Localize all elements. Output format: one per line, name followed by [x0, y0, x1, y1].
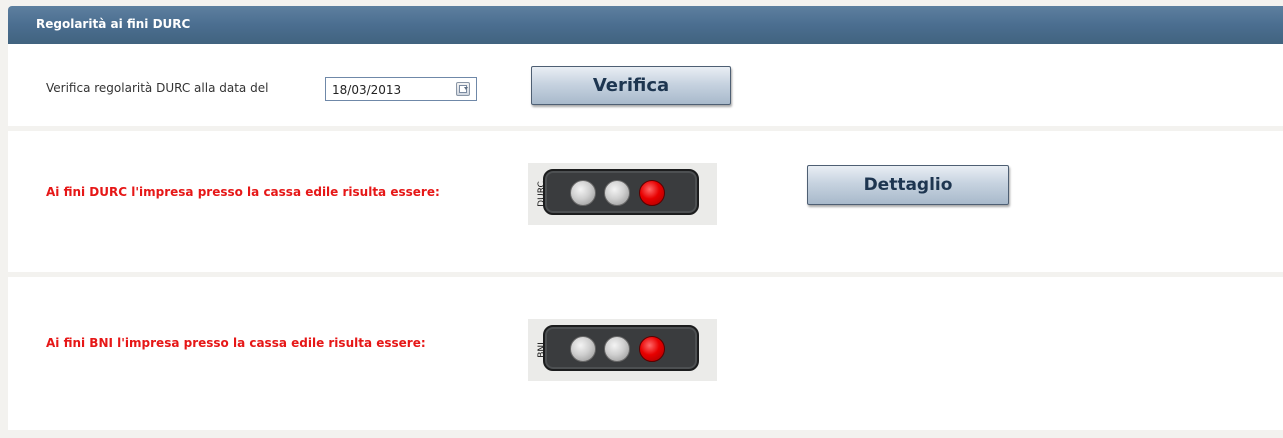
light-3-red-icon	[639, 180, 665, 206]
section-header: Regolarità ai fini DURC	[8, 6, 1283, 44]
light-3-red-icon	[639, 336, 665, 362]
calendar-icon[interactable]	[456, 82, 470, 96]
date-input-value: 18/03/2013	[332, 83, 402, 97]
durc-status-row: Ai fini DURC l'impresa presso la cassa e…	[8, 131, 1283, 272]
light-2-off-icon	[604, 336, 630, 362]
verify-button[interactable]: Verifica	[531, 66, 731, 105]
section-title: Regolarità ai fini DURC	[36, 17, 191, 31]
durc-status-label: Ai fini DURC l'impresa presso la cassa e…	[46, 185, 440, 199]
bni-traffic-light: BNI	[528, 319, 717, 381]
detail-button[interactable]: Dettaglio	[807, 165, 1009, 205]
traffic-light-body	[543, 325, 699, 371]
durc-traffic-light: DURC	[528, 163, 717, 225]
light-1-off-icon	[570, 336, 596, 362]
verify-row: Verifica regolarità DURC alla data del 1…	[8, 44, 1283, 126]
light-1-off-icon	[570, 180, 596, 206]
bni-status-label: Ai fini BNI l'impresa presso la cassa ed…	[46, 336, 426, 350]
traffic-light-body	[543, 169, 699, 215]
bni-status-row: Ai fini BNI l'impresa presso la cassa ed…	[8, 277, 1283, 430]
verify-date-label: Verifica regolarità DURC alla data del	[46, 81, 269, 95]
date-input[interactable]: 18/03/2013	[325, 77, 477, 101]
light-2-off-icon	[604, 180, 630, 206]
